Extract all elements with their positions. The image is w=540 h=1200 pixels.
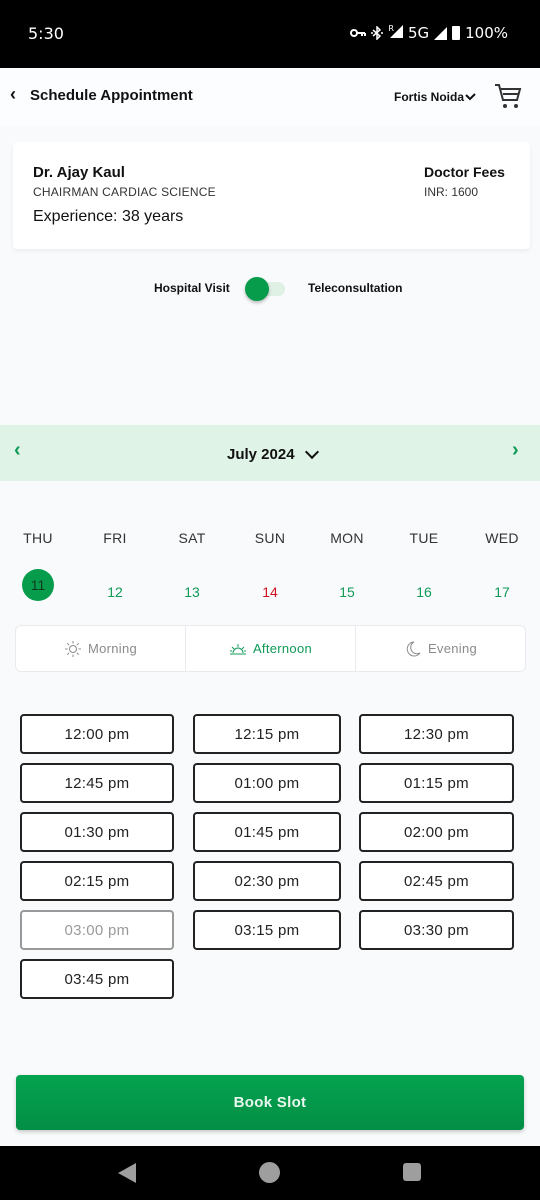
day-of-week: TUE — [409, 530, 439, 546]
month-label: July 2024 — [227, 446, 295, 463]
fees-label: Doctor Fees — [424, 164, 505, 180]
tab-evening[interactable]: Evening — [356, 626, 525, 671]
day-tue[interactable]: TUE 16 — [394, 530, 454, 608]
day-thu[interactable]: THU 11 — [8, 530, 68, 601]
app-header: ‹ Schedule Appointment Fortis Noida — [0, 68, 540, 126]
switch-thumb[interactable] — [245, 277, 269, 301]
doctor-name: Dr. Ajay Kaul — [33, 164, 125, 181]
network-type: 5G — [407, 24, 430, 42]
time-slot[interactable]: 03:45 pm — [20, 959, 174, 999]
chevron-down-icon — [465, 93, 476, 101]
day-of-week: SAT — [178, 530, 206, 546]
back-icon[interactable]: ‹ — [10, 84, 16, 105]
time-slot[interactable]: 12:00 pm — [20, 714, 174, 754]
day-date[interactable]: 17 — [486, 576, 518, 608]
doctor-experience: Experience: 38 years — [33, 208, 184, 225]
time-slot[interactable]: 03:15 pm — [193, 910, 341, 950]
day-of-week: MON — [330, 530, 364, 546]
page-title[interactable]: Schedule Appointment — [30, 87, 193, 104]
chevron-down-icon — [304, 444, 319, 459]
tab-label: Evening — [427, 641, 478, 656]
vpn-key-icon — [350, 29, 367, 37]
day-of-week: THU — [23, 530, 53, 546]
period-tabs: Morning Afternoon Evening — [15, 625, 526, 672]
day-of-week: SUN — [254, 530, 286, 546]
time-slot[interactable]: 03:30 pm — [359, 910, 514, 950]
battery-icon — [452, 26, 461, 40]
nav-recents-icon[interactable] — [403, 1163, 421, 1181]
day-sat[interactable]: SAT 13 — [162, 530, 222, 608]
time-slot[interactable]: 02:45 pm — [359, 861, 514, 901]
month-selector[interactable]: July 2024 — [227, 444, 319, 463]
nav-back-icon[interactable] — [118, 1163, 136, 1183]
doctor-card: Dr. Ajay Kaul CHAIRMAN CARDIAC SCIENCE E… — [13, 142, 530, 249]
teleconsultation-label[interactable]: Teleconsultation — [308, 281, 402, 295]
day-wed[interactable]: WED 17 — [472, 530, 532, 608]
signal-icon — [434, 26, 448, 40]
status-bar: 5:30 R 5G 100% — [0, 0, 540, 68]
nav-home-icon[interactable] — [259, 1162, 280, 1183]
time-slot[interactable]: 01:45 pm — [193, 812, 341, 852]
moon-icon — [406, 641, 421, 656]
day-date[interactable]: 13 — [176, 576, 208, 608]
location-label: Fortis Noida — [394, 90, 465, 104]
day-date[interactable]: 15 — [331, 576, 363, 608]
day-of-week: WED — [485, 530, 519, 546]
time-slot[interactable]: 02:15 pm — [20, 861, 174, 901]
time-slot[interactable]: 12:30 pm — [359, 714, 514, 754]
cart-icon[interactable] — [494, 82, 522, 110]
time-slot[interactable]: 02:00 pm — [359, 812, 514, 852]
time-slot[interactable]: 02:30 pm — [193, 861, 341, 901]
day-of-week: FRI — [103, 530, 127, 546]
day-sun[interactable]: SUN 14 — [240, 530, 300, 608]
sunrise-icon — [229, 643, 246, 654]
time-slot: 03:00 pm — [20, 910, 174, 950]
time-slot[interactable]: 01:15 pm — [359, 763, 514, 803]
visit-type-switch[interactable] — [245, 277, 287, 301]
bluetooth-icon — [371, 26, 384, 40]
time-slot[interactable]: 01:30 pm — [20, 812, 174, 852]
book-slot-button[interactable]: Book Slot — [16, 1075, 524, 1130]
day-date[interactable]: 12 — [99, 576, 131, 608]
day-date[interactable]: 14 — [254, 576, 286, 608]
roaming-signal-icon: R — [388, 24, 403, 42]
day-date[interactable]: 16 — [408, 576, 440, 608]
tab-label: Afternoon — [252, 641, 313, 656]
doctor-designation: CHAIRMAN CARDIAC SCIENCE — [33, 185, 216, 199]
battery-percent: 100% — [465, 24, 508, 42]
status-time: 5:30 — [28, 24, 64, 43]
day-fri[interactable]: FRI 12 — [85, 530, 145, 608]
tab-label: Morning — [87, 641, 138, 656]
visit-type-toggle: Hospital Visit Teleconsultation — [0, 276, 540, 302]
system-nav-bar — [0, 1146, 540, 1200]
hospital-visit-label[interactable]: Hospital Visit — [154, 281, 230, 295]
time-slot[interactable]: 12:45 pm — [20, 763, 174, 803]
status-icons: R 5G 100% — [350, 24, 508, 42]
location-selector[interactable]: Fortis Noida — [394, 90, 476, 104]
fees-value: INR: 1600 — [424, 185, 479, 199]
prev-month-icon[interactable]: ‹ — [14, 439, 21, 462]
next-month-icon[interactable]: › — [512, 439, 519, 462]
time-slot[interactable]: 12:15 pm — [193, 714, 341, 754]
sun-icon — [64, 640, 81, 657]
tab-afternoon[interactable]: Afternoon — [186, 626, 356, 671]
day-date[interactable]: 11 — [22, 569, 54, 601]
time-slot[interactable]: 01:00 pm — [193, 763, 341, 803]
day-mon[interactable]: MON 15 — [317, 530, 377, 608]
tab-morning[interactable]: Morning — [16, 626, 186, 671]
month-navigator: ‹ July 2024 › — [0, 425, 540, 481]
